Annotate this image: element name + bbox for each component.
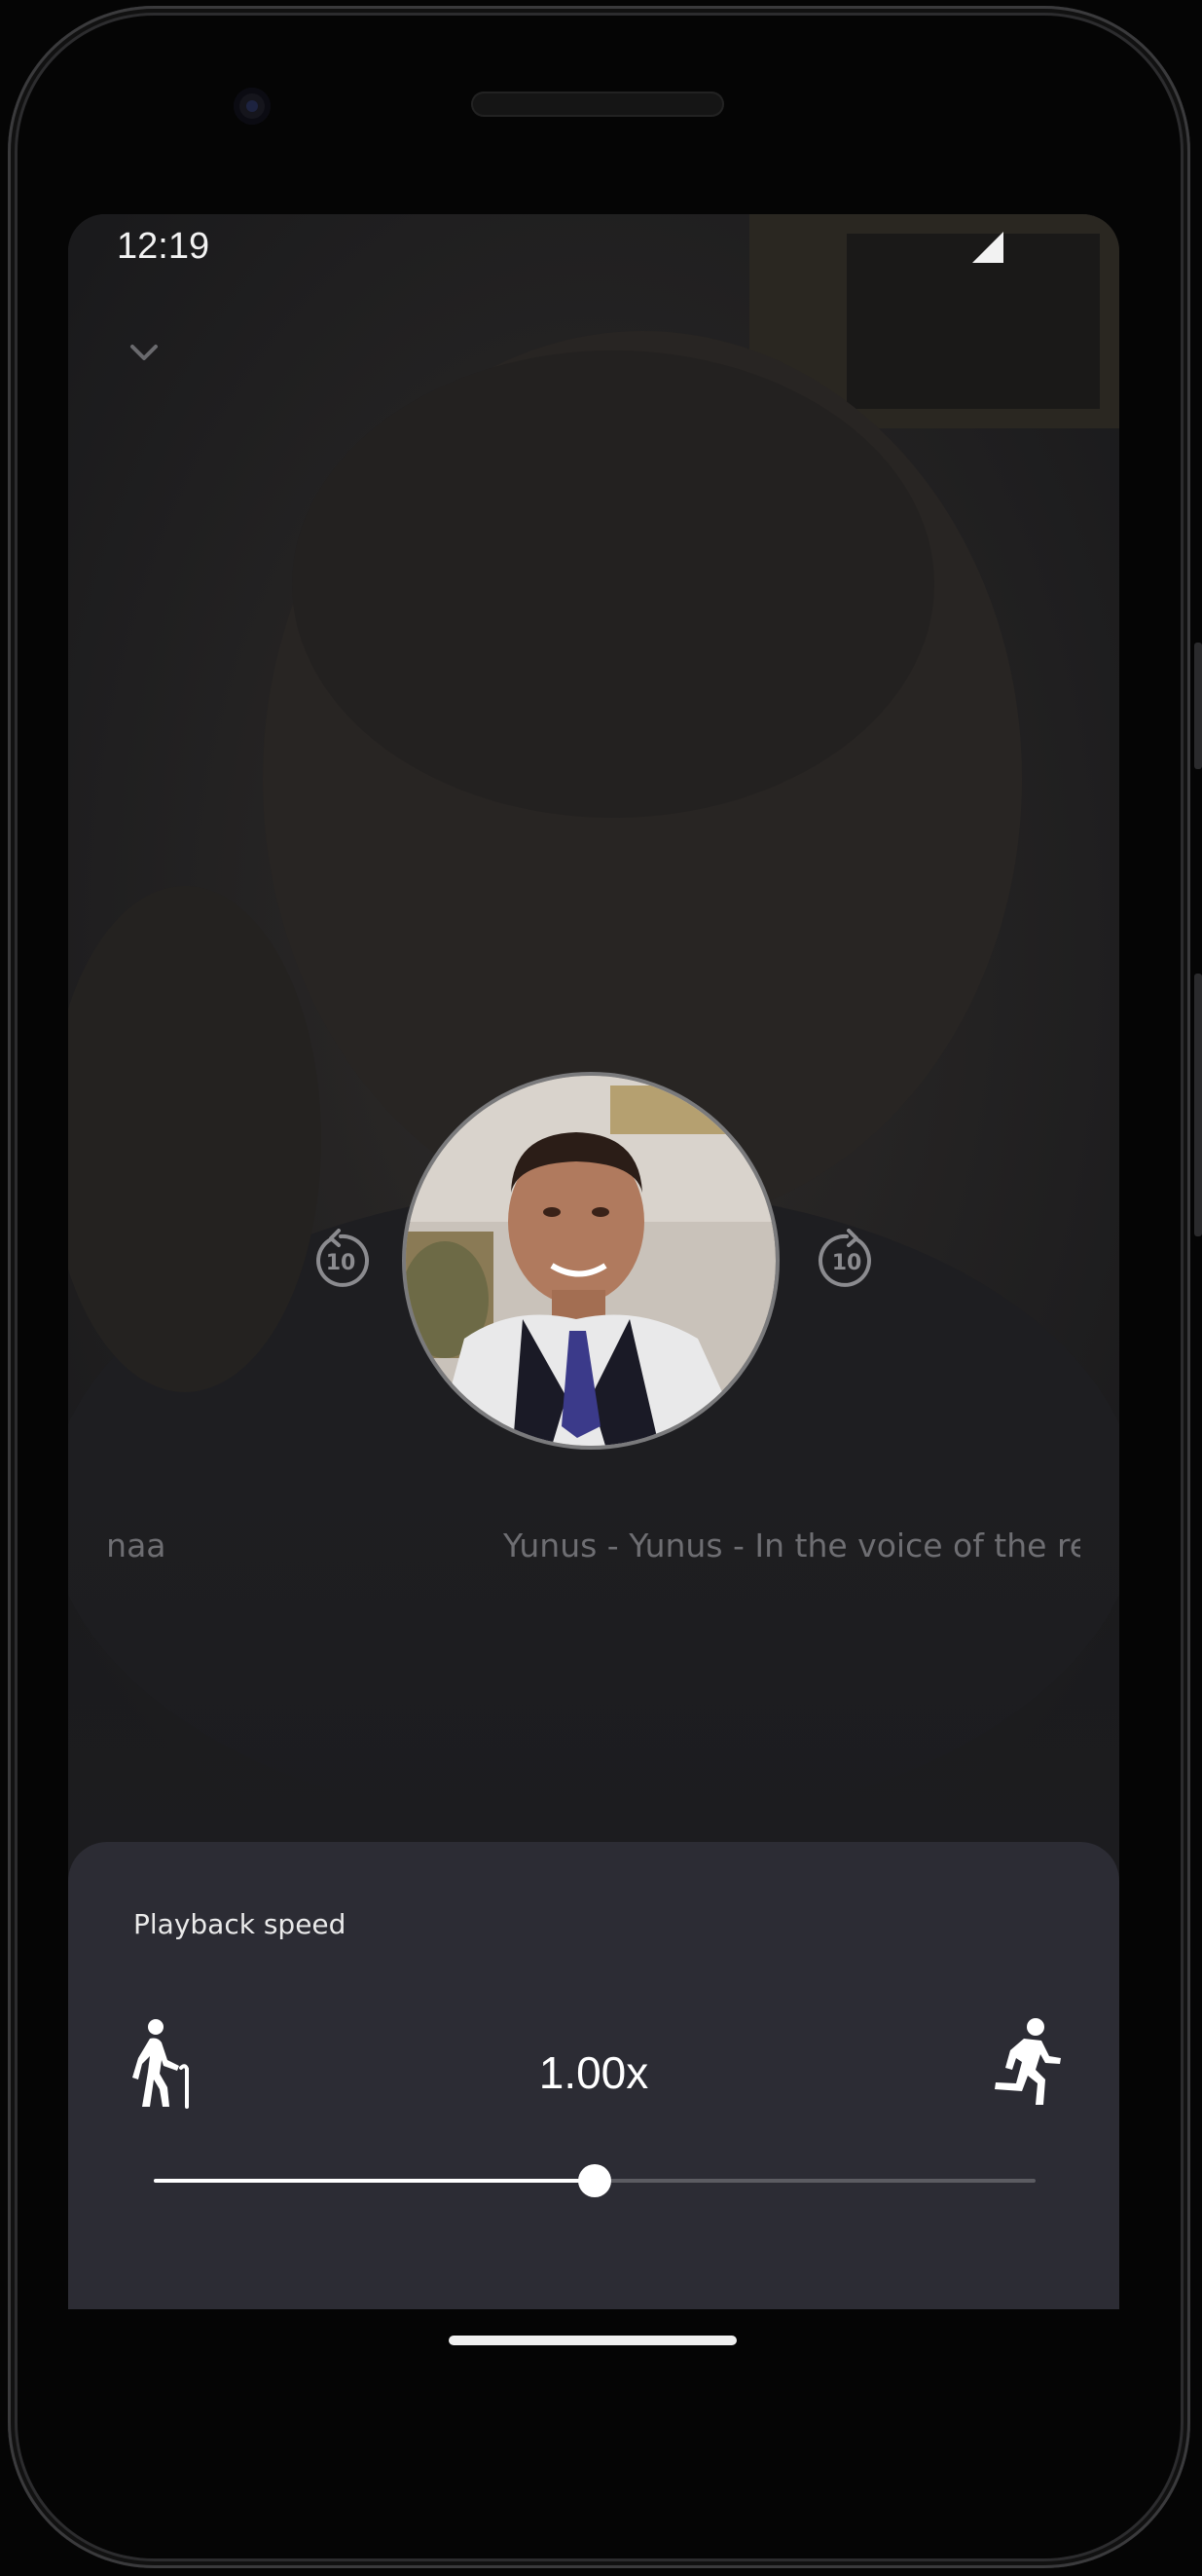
speed-value: 1.00x [538, 2047, 649, 2098]
slider-thumb[interactable] [578, 2164, 611, 2197]
track-title-previous: inaa [107, 1527, 166, 1564]
rewind-10-label: 10 [326, 1251, 356, 1275]
earpiece-speaker [471, 92, 724, 117]
front-camera [234, 88, 271, 125]
sheet-title: Playback speed [133, 1908, 346, 1940]
artist-portrait [406, 1076, 776, 1446]
gesture-area [0, 2309, 1202, 2576]
forward-10-icon: 10 [818, 1229, 871, 1287]
background-artwork [68, 214, 1119, 1850]
status-bar: 12:19 [68, 214, 1119, 302]
walking-elder-icon[interactable] [128, 2017, 197, 2111]
running-person-icon[interactable] [987, 2017, 1065, 2111]
forward-10-button[interactable]: 10 [816, 1229, 878, 1291]
forward-10-label: 10 [832, 1251, 862, 1275]
volume-button [1194, 643, 1202, 769]
slider-fill [154, 2179, 595, 2183]
home-indicator[interactable] [449, 2336, 737, 2345]
playback-speed-slider[interactable] [154, 2161, 1036, 2200]
status-time: 12:19 [117, 226, 210, 267]
signal-icon [972, 232, 1003, 263]
rewind-10-icon: 10 [316, 1229, 370, 1287]
rewind-10-button[interactable]: 10 [310, 1229, 372, 1291]
track-title-marquee: inaa Yunus - Yunus - In the voice of the… [107, 1519, 1080, 1577]
chevron-down-icon[interactable] [121, 329, 167, 376]
screen: 12:19 10 10 naa Yunus - Yunus - In the v… [68, 214, 1119, 2309]
power-button [1194, 974, 1202, 1236]
phone-frame: 12:19 10 10 naa Yunus - Yunus - In the v… [0, 0, 1202, 2576]
playback-speed-sheet: Playback speed 1.00x [68, 1842, 1119, 2309]
track-title: Yunus - Yunus - In the voice of the re [503, 1527, 1080, 1564]
album-art [406, 1076, 776, 1446]
